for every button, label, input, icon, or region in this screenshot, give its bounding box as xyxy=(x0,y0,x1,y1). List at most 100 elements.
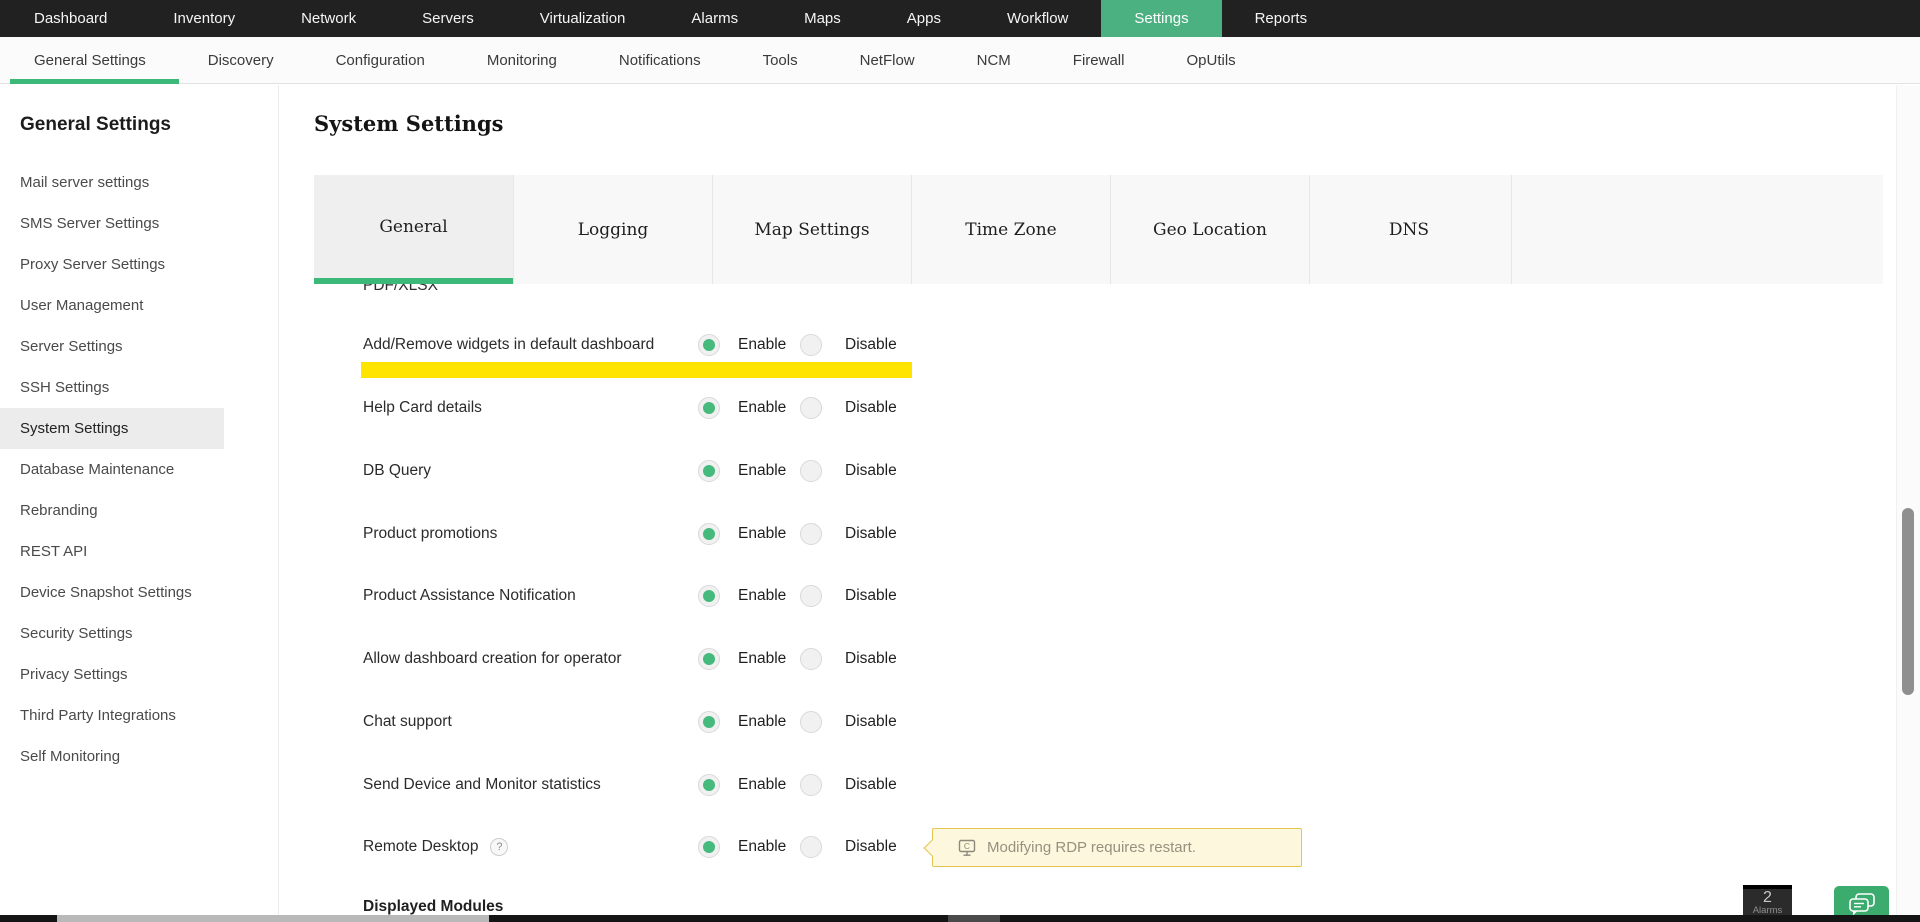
topnav-item[interactable]: Dashboard xyxy=(1,0,140,37)
disable-option-label[interactable]: Disable xyxy=(845,336,897,354)
enable-radio[interactable] xyxy=(698,711,720,733)
rdp-monitor-icon: C xyxy=(957,839,977,857)
topnav-item[interactable]: Servers xyxy=(389,0,507,37)
enable-radio[interactable] xyxy=(698,397,720,419)
topnav-item[interactable]: Virtualization xyxy=(507,0,659,37)
disable-option-label[interactable]: Disable xyxy=(845,776,897,794)
subnav-item[interactable]: Tools xyxy=(732,37,829,83)
disable-radio[interactable] xyxy=(800,585,822,607)
enable-option-label[interactable]: Enable xyxy=(738,587,786,605)
enable-radio[interactable] xyxy=(698,836,720,858)
subnav-item[interactable]: NCM xyxy=(946,37,1042,83)
sidebar-item[interactable]: Rebranding xyxy=(0,490,224,531)
subnav-item[interactable]: Notifications xyxy=(588,37,732,83)
enable-radio[interactable] xyxy=(698,774,720,796)
tab[interactable]: Map Settings xyxy=(712,175,911,284)
disable-option-label[interactable]: Disable xyxy=(845,399,897,417)
settings-row: DB Query ? Enable Disable xyxy=(363,440,1463,503)
disable-option-label[interactable]: Disable xyxy=(845,838,897,856)
subnav-item[interactable]: Configuration xyxy=(305,37,456,83)
enable-option-label[interactable]: Enable xyxy=(738,525,786,543)
sidebar-item-label: Database Maintenance xyxy=(20,461,174,478)
sidebar-item[interactable]: Proxy Server Settings xyxy=(0,244,224,285)
sidebar-item[interactable]: Privacy Settings xyxy=(0,654,224,695)
topnav-item-label: Servers xyxy=(422,10,474,27)
sidebar-item[interactable]: REST API xyxy=(0,531,224,572)
subnav-item[interactable]: Monitoring xyxy=(456,37,588,83)
sidebar-item[interactable]: System Settings xyxy=(0,408,224,449)
tab-label: General xyxy=(379,217,447,237)
setting-label: Allow dashboard creation for operator xyxy=(363,650,621,668)
tab[interactable]: Logging xyxy=(513,175,712,284)
partial-setting-label: PDF/XLSX xyxy=(363,284,438,295)
disable-option-label[interactable]: Disable xyxy=(845,713,897,731)
disable-radio[interactable] xyxy=(800,397,822,419)
enable-option-label[interactable]: Enable xyxy=(738,650,786,668)
disable-radio[interactable] xyxy=(800,334,822,356)
enable-option-label[interactable]: Enable xyxy=(738,838,786,856)
enable-option-label[interactable]: Enable xyxy=(738,462,786,480)
topnav-item[interactable]: Inventory xyxy=(140,0,268,37)
setting-label: Product promotions xyxy=(363,525,497,543)
sidebar-item[interactable]: Security Settings xyxy=(0,613,224,654)
sidebar-item[interactable]: Mail server settings xyxy=(0,162,224,203)
disable-radio[interactable] xyxy=(800,648,822,670)
sidebar-item[interactable]: SSH Settings xyxy=(0,367,224,408)
enable-option-label[interactable]: Enable xyxy=(738,713,786,731)
topnav-item-label: Dashboard xyxy=(34,10,107,27)
subnav-item-label: Discovery xyxy=(208,52,274,69)
enable-radio[interactable] xyxy=(698,648,720,670)
topnav-item[interactable]: Network xyxy=(268,0,389,37)
top-nav: Dashboard InventoryNetwork Servers Virtuali… xyxy=(0,0,1920,37)
enable-radio[interactable] xyxy=(698,334,720,356)
enable-radio[interactable] xyxy=(698,585,720,607)
horizontal-scrollbar-thumb[interactable] xyxy=(57,915,489,922)
subnav-item[interactable]: OpUtils xyxy=(1155,37,1266,83)
disable-option-label[interactable]: Disable xyxy=(845,587,897,605)
topnav-item[interactable]: Maps xyxy=(771,0,874,37)
disable-radio[interactable] xyxy=(800,460,822,482)
disable-radio[interactable] xyxy=(800,774,822,796)
sidebar-item[interactable]: Database Maintenance xyxy=(0,449,224,490)
sidebar-item[interactable]: Device Snapshot Settings xyxy=(0,572,224,613)
enable-radio[interactable] xyxy=(698,460,720,482)
subnav-item[interactable]: NetFlow xyxy=(829,37,946,83)
sidebar-item-label: Device Snapshot Settings xyxy=(20,584,192,601)
enable-option-label[interactable]: Enable xyxy=(738,336,786,354)
subnav-item[interactable]: General Settings xyxy=(3,37,177,83)
disable-option-label[interactable]: Disable xyxy=(845,650,897,668)
horizontal-scrollbar[interactable] xyxy=(0,915,1920,922)
sidebar-item[interactable]: Self Monitoring xyxy=(0,736,224,777)
disable-radio[interactable] xyxy=(800,711,822,733)
partial-setting-row: PDF/XLSX xyxy=(363,284,438,299)
tab[interactable]: Geo Location xyxy=(1110,175,1309,284)
disable-radio[interactable] xyxy=(800,523,822,545)
sidebar-item[interactable]: SMS Server Settings xyxy=(0,203,224,244)
subnav-item-label: Configuration xyxy=(336,52,425,69)
enable-option-label[interactable]: Enable xyxy=(738,399,786,417)
subnav-item[interactable]: Firewall xyxy=(1042,37,1156,83)
help-icon[interactable]: ? xyxy=(490,838,508,856)
topnav-item[interactable]: Workflow xyxy=(974,0,1101,37)
topnav-item[interactable]: Alarms xyxy=(658,0,771,37)
sidebar-item[interactable]: Server Settings xyxy=(0,326,224,367)
tab[interactable]: Time Zone xyxy=(911,175,1110,284)
tab[interactable]: General xyxy=(314,175,513,284)
topnav-item[interactable]: Settings xyxy=(1101,0,1221,37)
disable-option-label[interactable]: Disable xyxy=(845,462,897,480)
tab[interactable]: DNS xyxy=(1309,175,1508,284)
vertical-scrollbar[interactable] xyxy=(1896,85,1920,915)
subnav-item-label: NCM xyxy=(977,52,1011,69)
sidebar-item[interactable]: User Management xyxy=(0,285,224,326)
topnav-item[interactable]: Reports xyxy=(1222,0,1341,37)
topnav-item[interactable]: Apps xyxy=(874,0,974,37)
enable-radio[interactable] xyxy=(698,523,720,545)
subnav-item[interactable]: Discovery xyxy=(177,37,305,83)
enable-option-label[interactable]: Enable xyxy=(738,776,786,794)
disable-option-label[interactable]: Disable xyxy=(845,525,897,543)
settings-row: Send Device and Monitor statistics ? Ena… xyxy=(363,753,1463,816)
sidebar-item-label: SMS Server Settings xyxy=(20,215,159,232)
vertical-scrollbar-thumb[interactable] xyxy=(1902,508,1914,695)
disable-radio[interactable] xyxy=(800,836,822,858)
sidebar-item[interactable]: Third Party Integrations xyxy=(0,695,224,736)
